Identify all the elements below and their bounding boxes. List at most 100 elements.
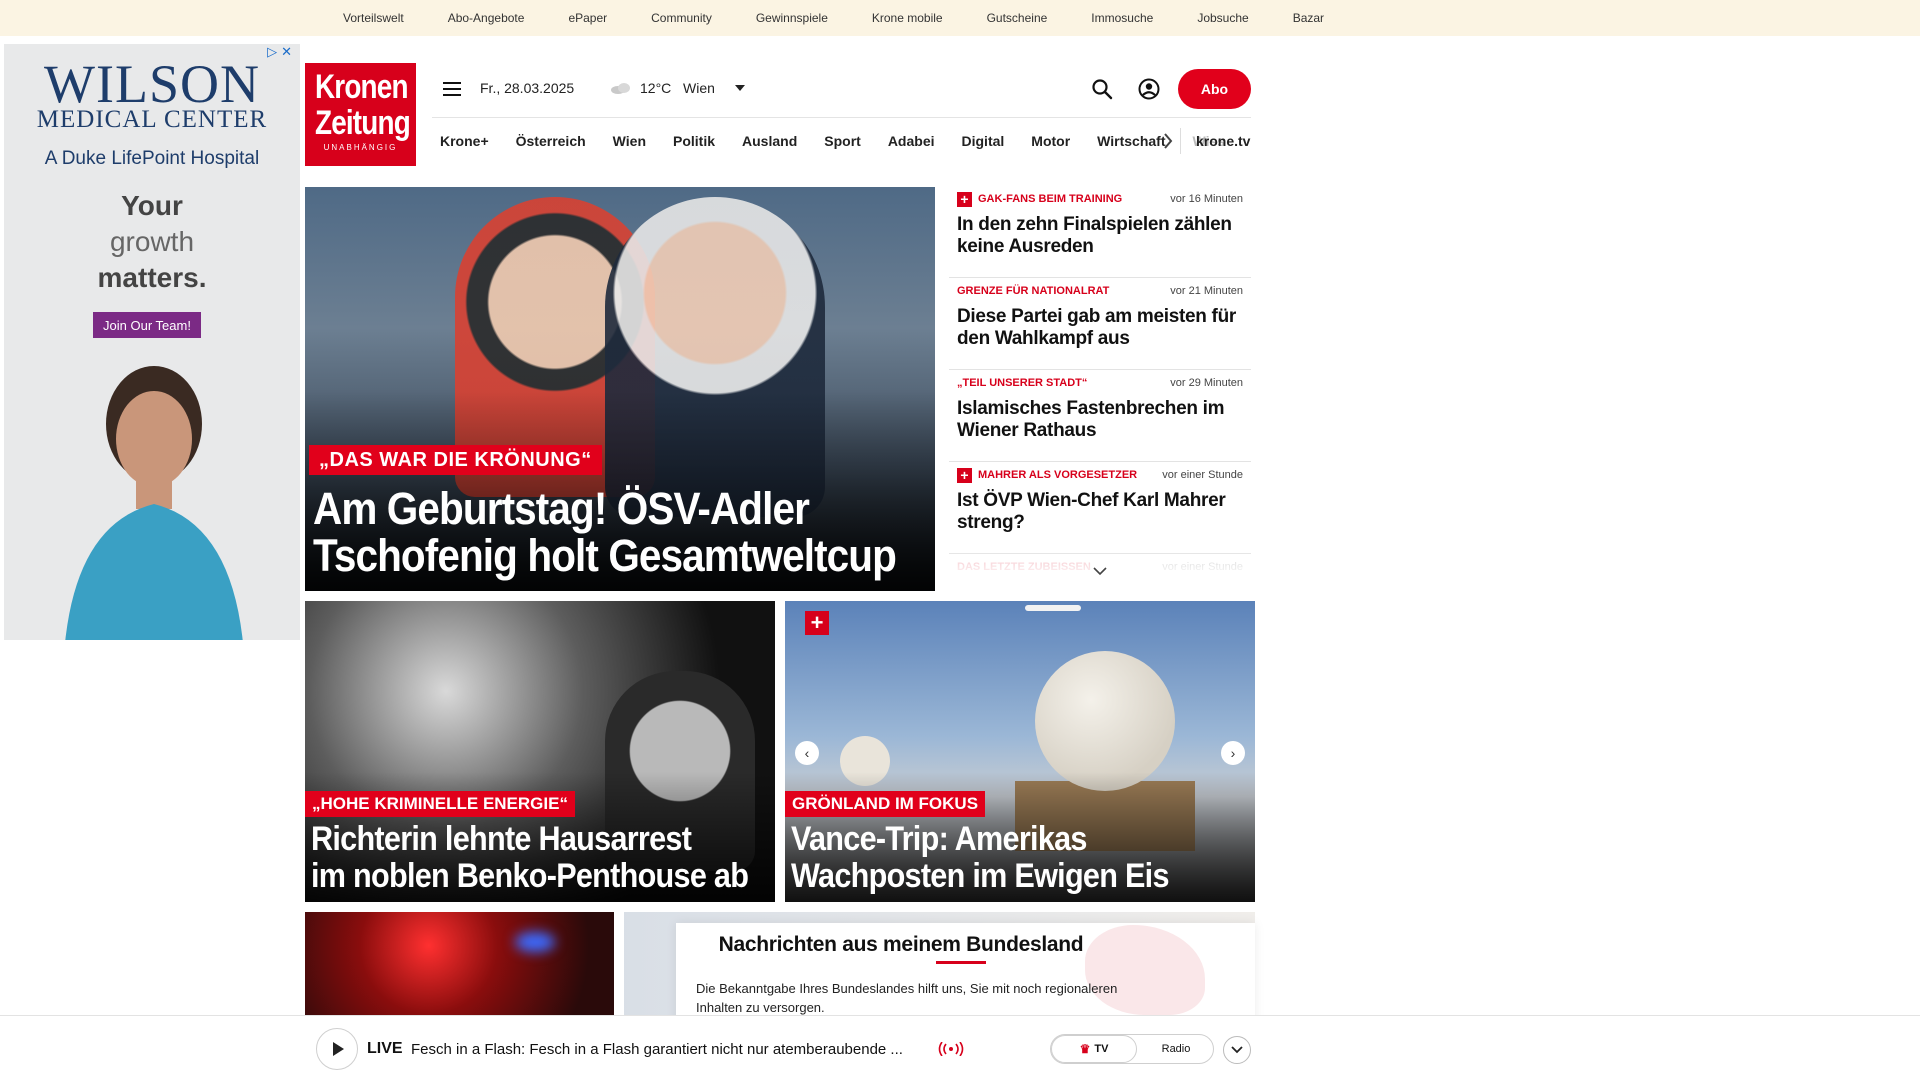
article-tile-carousel[interactable]: + ‹ › GRÖNLAND IM FOKUS Vance-Trip: Amer… xyxy=(785,601,1255,902)
tile-headline[interactable]: Richterin lehnte Hausarrest im noblen Be… xyxy=(311,821,775,895)
article-tile[interactable]: „HOHE KRIMINELLE ENERGIE“ Richterin lehn… xyxy=(305,601,775,902)
headline-line: Am Geburtstag! ÖSV-Adler xyxy=(313,483,810,534)
ticker-item[interactable]: + MAHRER ALS VORGESETZER vor einer Stunde I… xyxy=(949,462,1251,554)
tile-kicker: „HOHE KRIMINELLE ENERGIE“ xyxy=(305,791,575,817)
ticker-category-label: „TEIL UNSERER STADT“ xyxy=(957,377,1088,389)
nav-item[interactable]: Adabei xyxy=(888,133,935,149)
ticker-item[interactable]: „TEIL UNSERER STADT“ vor 29 Minuten Islami… xyxy=(949,370,1251,462)
cloud-icon xyxy=(611,83,630,94)
logo-claim: UNABHÄNGIG xyxy=(323,143,398,152)
hero-headline[interactable]: Am Geburtstag! ÖSV-Adler Tschofenig holt… xyxy=(313,485,934,579)
logo-line: Kronen xyxy=(314,68,408,106)
current-date: Fr., 28.03.2025 xyxy=(480,80,575,96)
city-selector[interactable]: Wien xyxy=(683,80,715,96)
top-link[interactable]: Abo-Angebote xyxy=(448,11,525,25)
nav-item[interactable]: Wirtschaft xyxy=(1097,133,1165,149)
article-image xyxy=(515,932,555,952)
nav-item[interactable]: Sport xyxy=(824,133,861,149)
ticker-headline[interactable]: Islamisches Fastenbrechen im Wiener Rath… xyxy=(957,398,1243,442)
ticker-timestamp: vor 29 Minuten xyxy=(1170,377,1243,389)
ad-slogan-line: Your xyxy=(121,190,183,221)
ticker-category-label: GRENZE FÜR NATIONALRAT xyxy=(957,285,1110,297)
expand-player-button[interactable] xyxy=(1223,1036,1251,1064)
chevron-down-icon[interactable] xyxy=(735,85,745,91)
carousel-next-button[interactable]: › xyxy=(1221,741,1245,765)
title-underline xyxy=(936,961,986,964)
broadcast-icon xyxy=(938,1042,964,1056)
hero-article[interactable]: „DAS WAR DIE KRÖNUNG“ Am Geburtstag! ÖSV… xyxy=(305,187,935,591)
top-link[interactable]: Gutscheine xyxy=(987,11,1048,25)
ticker-headline[interactable]: Ist ÖVP Wien-Chef Karl Mahrer streng? xyxy=(957,490,1243,534)
advertisement-banner[interactable]: ▷✕ WILSON MEDICAL CENTER A Duke LifePoin… xyxy=(4,44,300,640)
ticker-item[interactable]: GRENZE FÜR NATIONALRAT vor 21 Minuten Dies… xyxy=(949,278,1251,370)
carousel-prev-button[interactable]: ‹ xyxy=(795,741,819,765)
headline-line: Wachposten im Ewigen Eis xyxy=(791,857,1169,895)
ad-slogan-line: growth xyxy=(109,226,195,257)
tile-headline[interactable]: Vance-Trip: Amerikas Wachposten im Ewige… xyxy=(791,821,1255,895)
ticker-timestamp: vor 21 Minuten xyxy=(1170,285,1243,297)
play-button[interactable] xyxy=(316,1028,358,1070)
ad-brand-tagline: A Duke LifePoint Hospital xyxy=(44,148,260,169)
ticker-timestamp: vor 16 Minuten xyxy=(1170,193,1243,205)
nav-item[interactable]: Krone+ xyxy=(440,133,489,149)
top-link[interactable]: Vorteilswelt xyxy=(343,11,404,25)
ad-slogan: Your growth matters. xyxy=(4,188,300,296)
ad-brand-subtitle: MEDICAL CENTER xyxy=(36,106,268,133)
user-account-icon[interactable] xyxy=(1138,78,1160,100)
radio-toggle-option[interactable]: Radio xyxy=(1137,1035,1215,1063)
ticker-category: „TEIL UNSERER STADT“ xyxy=(957,377,1087,389)
live-label: LIVE xyxy=(367,1040,403,1057)
ticker-headline[interactable]: Diese Partei gab am meisten für den Wahl… xyxy=(957,306,1243,350)
ad-person-image xyxy=(65,366,243,640)
ticker-category-label: MAHRER ALS VORGESETZER xyxy=(978,469,1138,481)
nav-item[interactable]: Motor xyxy=(1031,133,1070,149)
krone-plus-icon: + xyxy=(805,610,829,635)
carousel-indicator xyxy=(1025,605,1081,611)
tv-radio-toggle: ♛ TV Radio xyxy=(1050,1034,1214,1064)
temperature: 12°C xyxy=(640,80,672,96)
ticker-category-label: GAK-FANS BEIM TRAINING xyxy=(978,193,1123,205)
nav-scroll-right-icon[interactable] xyxy=(1163,132,1173,150)
kronen-zeitung-logo[interactable]: Kronen Zeitung UNABHÄNGIG xyxy=(305,63,416,166)
ticker-item[interactable]: + GAK-FANS BEIM TRAINING vor 16 Minuten In … xyxy=(949,186,1251,278)
chevron-down-icon xyxy=(1231,1046,1243,1054)
nav-item[interactable]: Politik xyxy=(673,133,715,149)
krone-plus-icon: + xyxy=(957,467,972,483)
top-link[interactable]: Jobsuche xyxy=(1197,11,1248,25)
ad-brand-name: WILSON xyxy=(44,54,260,114)
nav-item[interactable]: Wien xyxy=(613,133,646,149)
bundesland-title: Nachrichten aus meinem Bundesland xyxy=(718,933,1084,956)
top-links-list: Vorteilswelt Abo-Angebote ePaper Community G… xyxy=(343,0,1368,36)
nav-krone-tv-link[interactable]: krone.tv xyxy=(1196,133,1250,149)
tv-toggle-option[interactable]: ♛ TV xyxy=(1051,1035,1137,1063)
chevron-down-icon[interactable] xyxy=(1092,566,1108,576)
krone-plus-icon: + xyxy=(957,191,972,207)
search-icon[interactable] xyxy=(1091,78,1113,100)
abo-button[interactable]: Abo xyxy=(1178,69,1251,109)
nav-item[interactable]: Österreich xyxy=(516,133,586,149)
tv-label: TV xyxy=(1094,1043,1109,1055)
nav-item[interactable]: Ausland xyxy=(742,133,797,149)
top-link[interactable]: ePaper xyxy=(568,11,607,25)
ticker-category: + MAHRER ALS VORGESETZER xyxy=(957,467,1138,483)
ad-join-button[interactable]: Join Our Team! xyxy=(93,312,201,338)
top-link[interactable]: Gewinnspiele xyxy=(756,11,828,25)
article-image xyxy=(1035,651,1175,791)
hero-kicker: „DAS WAR DIE KRÖNUNG“ xyxy=(309,445,602,475)
top-link[interactable]: Immosuche xyxy=(1091,11,1153,25)
ticker-meta: + GAK-FANS BEIM TRAINING vor 16 Minuten xyxy=(957,190,1243,208)
live-player-bar: LIVE Fesch in a Flash: Fesch in a Flash … xyxy=(0,1015,1920,1080)
menu-icon[interactable] xyxy=(443,82,461,96)
news-ticker-list: + GAK-FANS BEIM TRAINING vor 16 Minuten In … xyxy=(949,186,1251,576)
top-utility-bar: Vorteilswelt Abo-Angebote ePaper Community G… xyxy=(0,0,1920,36)
ticker-category: GRENZE FÜR NATIONALRAT xyxy=(957,285,1109,297)
nav-item[interactable]: Digital xyxy=(962,133,1005,149)
live-now-playing[interactable]: Fesch in a Flash: Fesch in a Flash garan… xyxy=(411,1041,903,1058)
top-link[interactable]: Bazar xyxy=(1293,11,1324,25)
tile-kicker: GRÖNLAND IM FOKUS xyxy=(785,791,986,817)
top-link[interactable]: Krone mobile xyxy=(872,11,943,25)
top-link[interactable]: Community xyxy=(651,11,712,25)
nav-divider-line xyxy=(432,117,1251,118)
ticker-headline[interactable]: In den zehn Finalspielen zählen keine Au… xyxy=(957,214,1243,258)
ticker-meta: „TEIL UNSERER STADT“ vor 29 Minuten xyxy=(957,374,1243,392)
